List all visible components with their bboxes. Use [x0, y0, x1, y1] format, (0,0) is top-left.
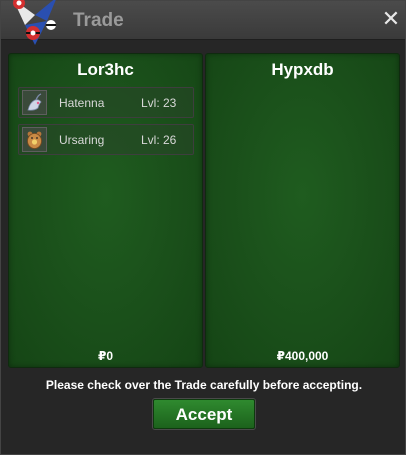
right-player-name: Hypxdb — [271, 60, 334, 79]
ursaring-icon — [22, 127, 47, 152]
right-money-offer: ₽400,000 — [276, 349, 329, 363]
trade-window: Trade ✕ Lor3hc Hatenna Lvl: 23 Ursaring … — [0, 0, 406, 455]
left-player-name: Lor3hc — [77, 60, 134, 79]
hatenna-icon — [22, 90, 47, 115]
pokemon-name: Ursaring — [59, 133, 105, 147]
title-bar[interactable]: Trade ✕ — [1, 0, 405, 45]
left-pokemon-slot-1[interactable]: Hatenna Lvl: 23 — [18, 87, 194, 118]
pokemon-name: Hatenna — [59, 96, 105, 110]
accept-button[interactable]: Accept — [153, 399, 255, 429]
right-trade-panel: Hypxdb ₽400,000 — [205, 53, 400, 368]
close-icon: ✕ — [381, 6, 401, 31]
window-title: Trade — [73, 10, 124, 31]
close-button[interactable]: ✕ — [381, 6, 401, 31]
left-trade-panel: Lor3hc Hatenna Lvl: 23 Ursaring Lvl: 26 … — [8, 53, 203, 368]
trade-notice-text: Please check over the Trade carefully be… — [45, 378, 363, 392]
game-logo-icon — [13, 0, 56, 45]
pokemon-level: Lvl: 26 — [141, 133, 177, 147]
left-money-offer: ₽0 — [97, 349, 114, 363]
left-pokemon-slot-2[interactable]: Ursaring Lvl: 26 — [18, 124, 194, 155]
pokemon-level: Lvl: 23 — [141, 96, 177, 110]
